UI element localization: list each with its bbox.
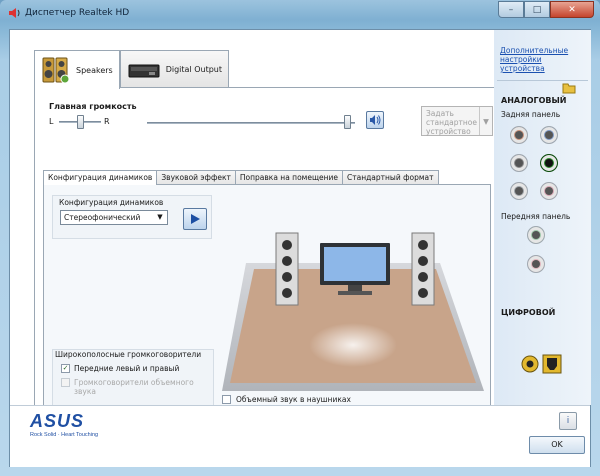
play-icon (191, 214, 200, 224)
left-speaker (275, 232, 299, 306)
main-area: Speakers Digital Output Главная громкост… (20, 40, 496, 415)
app-window: Диспетчер Realtek HD – □ ✕ Speakers Digi… (0, 0, 600, 476)
jack-hole (545, 187, 553, 195)
speaker-config-group: Конфигурация динамиков Стереофонический … (52, 195, 212, 239)
jack-back-green[interactable] (540, 154, 558, 172)
close-button[interactable]: ✕ (550, 1, 594, 18)
svg-text:ASUS: ASUS (29, 411, 84, 431)
jack-hole (545, 159, 553, 167)
right-speaker (411, 232, 435, 306)
set-default-device-button[interactable]: Задать стандартное устройство ▼ (421, 106, 493, 136)
speaker-config-label: Конфигурация динамиков (59, 198, 164, 207)
speaker-config-value: Стереофонический (64, 213, 141, 222)
surround-speakers-checkbox[interactable] (61, 378, 70, 387)
speaker-volume-icon (370, 115, 381, 125)
broadband-speakers-title: Широкополосные громкоговорители (55, 350, 202, 359)
jack-back-blue[interactable] (540, 126, 558, 144)
digital-section-title: ЦИФРОВОЙ (501, 308, 556, 317)
device-panel: Главная громкость L R Задать стандартное… (34, 87, 496, 415)
chevron-down-icon: ▼ (157, 213, 163, 221)
jack-hole (515, 187, 523, 195)
digital-output-icon (128, 64, 160, 77)
play-test-button[interactable] (183, 208, 207, 230)
title-bar[interactable]: Диспетчер Realtek HD – □ ✕ (0, 0, 600, 30)
broadband-speakers-group: Широкополосные громкоговорители ✓ Передн… (52, 349, 214, 407)
svg-text:Rock Solid · Heart Touching: Rock Solid · Heart Touching (30, 432, 98, 438)
minimize-button[interactable]: – (498, 1, 524, 18)
front-panel-label: Передняя панель (501, 212, 571, 221)
jack-back-gray[interactable] (510, 154, 528, 172)
front-speakers-label: Передние левый и правый (74, 364, 180, 373)
balance-left-label: L (49, 117, 54, 126)
volume-track (147, 122, 355, 124)
tab-speaker-configuration[interactable]: Конфигурация динамиков (43, 170, 158, 185)
device-tabs: Speakers Digital Output (34, 50, 229, 89)
back-panel-label: Задняя панель (501, 110, 561, 119)
tab-default-format[interactable]: Стандартный формат (342, 170, 439, 184)
jack-hole (532, 231, 540, 239)
digital-jacks-icons[interactable] (521, 354, 563, 374)
asus-logo: ASUS Rock Solid · Heart Touching (29, 411, 98, 438)
speaker-config-panel: Конфигурация динамиков Стереофонический … (43, 184, 491, 410)
jack-back-light-gray[interactable] (510, 182, 528, 200)
tab-sound-effects[interactable]: Звуковой эффект (156, 170, 236, 184)
balance-right-label: R (104, 117, 110, 126)
speaker-icon (9, 8, 20, 18)
info-button[interactable]: i (559, 412, 577, 430)
client-area: Speakers Digital Output Главная громкост… (9, 29, 591, 467)
tab-digital-output-label: Digital Output (165, 65, 222, 74)
speaker-config-select[interactable]: Стереофонический ▼ (60, 210, 168, 225)
headphone-surround-checkbox[interactable] (222, 395, 231, 404)
jack-hole (515, 131, 523, 139)
set-default-device-label: Задать стандартное устройство (426, 109, 478, 136)
jack-hole (532, 260, 540, 268)
tab-speakers[interactable]: Speakers (34, 50, 120, 89)
jack-front-green[interactable] (527, 226, 545, 244)
speaker-room-illustration (222, 232, 484, 391)
main-volume-label: Главная громкость (49, 102, 137, 111)
folder-icon[interactable] (562, 80, 576, 94)
analog-section-title: АНАЛОГОВЫЙ (501, 96, 567, 105)
settings-tabs: Конфигурация динамиков Звуковой эффект П… (43, 170, 439, 185)
volume-slider-thumb[interactable] (344, 115, 351, 129)
jack-front-pink[interactable] (527, 255, 545, 273)
mute-button[interactable] (366, 111, 384, 129)
jack-back-pink[interactable] (540, 182, 558, 200)
front-speakers-checkbox[interactable]: ✓ (61, 364, 70, 373)
jack-hole (545, 131, 553, 139)
balance-control: L R (49, 115, 119, 129)
speakers-icon (42, 57, 70, 84)
ok-button[interactable]: OK (529, 436, 585, 454)
headphone-surround-label: Объемный звук в наушниках (236, 395, 351, 404)
balance-slider-thumb[interactable] (77, 115, 84, 129)
window-title: Диспетчер Realtek HD (25, 8, 130, 18)
jack-back-orange[interactable] (510, 126, 528, 144)
maximize-button[interactable]: □ (524, 1, 550, 18)
jack-panel: Дополнительные настройки устройства АНАЛ… (494, 30, 591, 405)
tab-speakers-label: Speakers (76, 65, 113, 75)
listener-spot (309, 323, 397, 367)
jack-hole (515, 159, 523, 167)
chevron-down-icon: ▼ (479, 107, 492, 135)
tab-digital-output[interactable]: Digital Output (119, 50, 229, 88)
tab-room-correction[interactable]: Поправка на помещение (234, 170, 344, 184)
surround-speakers-label: Громкоговорители объемного звука (74, 378, 194, 396)
advanced-settings-link[interactable]: Дополнительные настройки устройства (500, 46, 588, 73)
